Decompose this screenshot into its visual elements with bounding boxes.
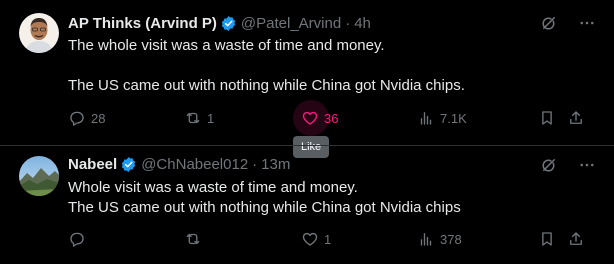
avatar[interactable] bbox=[19, 13, 59, 53]
like-icon bbox=[301, 109, 319, 127]
bookmark-icon bbox=[538, 109, 556, 127]
retweet-button[interactable] bbox=[184, 229, 207, 249]
action-bar: 1 378 bbox=[68, 229, 596, 249]
tweet-2[interactable]: Nabeel @ChNabeel012 · 13m Whole visit wa… bbox=[0, 145, 614, 264]
views-button[interactable]: 7.1K bbox=[417, 108, 467, 128]
more-icon[interactable] bbox=[578, 156, 596, 174]
author-name[interactable]: AP Thinks (Arvind P) bbox=[68, 15, 217, 32]
like-count: 1 bbox=[324, 231, 332, 247]
grok-icon[interactable] bbox=[540, 14, 558, 32]
view-count: 378 bbox=[440, 231, 462, 247]
views-button[interactable]: 378 bbox=[417, 229, 462, 249]
grok-icon[interactable] bbox=[540, 156, 558, 174]
share-icon bbox=[567, 230, 585, 248]
avatar[interactable] bbox=[19, 156, 59, 196]
verified-badge-icon bbox=[220, 15, 237, 32]
reply-button[interactable]: 28 bbox=[68, 108, 105, 128]
separator-dot: · bbox=[252, 155, 258, 173]
verified-badge-icon bbox=[120, 156, 137, 173]
tweet-header: AP Thinks (Arvind P) @Patel_Arvind · 4h bbox=[68, 13, 371, 33]
share-button[interactable] bbox=[567, 108, 585, 128]
more-icon[interactable] bbox=[578, 14, 596, 32]
tweet-header: Nabeel @ChNabeel012 · 13m bbox=[68, 154, 290, 174]
tweet-text: The whole visit was a waste of time and … bbox=[68, 37, 465, 94]
author-handle[interactable]: @Patel_Arvind bbox=[241, 15, 341, 32]
reply-icon bbox=[68, 109, 86, 127]
author-name[interactable]: Nabeel bbox=[68, 156, 117, 173]
like-button[interactable]: 1 bbox=[301, 229, 331, 249]
top-actions bbox=[540, 156, 596, 174]
like-count: 36 bbox=[324, 110, 339, 126]
author-handle[interactable]: @ChNabeel012 bbox=[141, 156, 248, 173]
bookmark-icon bbox=[538, 230, 556, 248]
like-button[interactable]: 36 bbox=[301, 108, 338, 128]
bookmark-button[interactable] bbox=[538, 229, 556, 249]
tweet-1[interactable]: AP Thinks (Arvind P) @Patel_Arvind · 4h … bbox=[0, 0, 614, 145]
retweet-icon bbox=[184, 109, 202, 127]
share-button[interactable] bbox=[567, 229, 585, 249]
views-icon bbox=[417, 230, 435, 248]
views-icon bbox=[417, 109, 435, 127]
like-icon bbox=[301, 230, 319, 248]
action-bar: 28 1 36 7.1K bbox=[68, 100, 596, 136]
top-actions bbox=[540, 14, 596, 32]
retweet-count: 1 bbox=[207, 110, 215, 126]
retweet-button[interactable]: 1 bbox=[184, 108, 214, 128]
retweet-icon bbox=[184, 230, 202, 248]
reply-count: 28 bbox=[91, 110, 106, 126]
timestamp[interactable]: 13m bbox=[261, 156, 290, 173]
timestamp[interactable]: 4h bbox=[354, 15, 371, 32]
reply-icon bbox=[68, 230, 86, 248]
tweet-text: Whole visit was a waste of time and mone… bbox=[68, 179, 461, 216]
view-count: 7.1K bbox=[440, 110, 467, 126]
reply-button[interactable] bbox=[68, 229, 91, 249]
separator-dot: · bbox=[345, 14, 351, 32]
bookmark-button[interactable] bbox=[538, 108, 556, 128]
share-icon bbox=[567, 109, 585, 127]
